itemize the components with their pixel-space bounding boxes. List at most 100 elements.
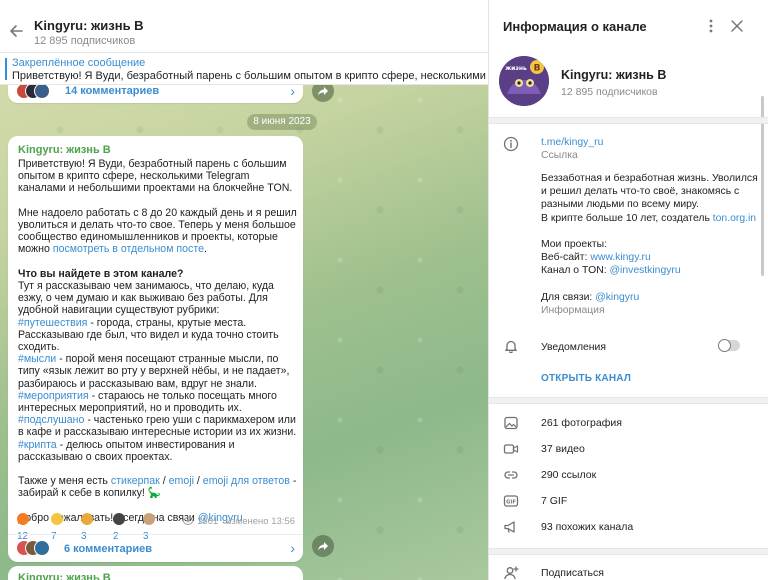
avatar	[34, 83, 50, 99]
date-separator: 8 июня 2023	[247, 114, 317, 130]
post-paragraph: #мысли - порой меня посещают странные мы…	[18, 353, 298, 390]
more-vertical-icon[interactable]	[703, 18, 719, 34]
pinned-message[interactable]: Закреплённое сообщение Приветствую! Я Ву…	[0, 53, 488, 85]
info-label: Информация	[541, 305, 605, 316]
reaction-thumbs-up[interactable]: 7	[51, 513, 65, 542]
reaction-cat[interactable]: 3	[143, 513, 157, 542]
post-heading: Что вы найдете в этом канале?	[18, 268, 298, 280]
sticker-link[interactable]: стикерпак	[111, 475, 160, 487]
open-channel-button[interactable]: ОТКРЫТЬ КАНАЛ	[541, 373, 631, 384]
info-title: Информация о канале	[503, 19, 647, 34]
post-paragraph: Приветствую! Я Вуди, безработный парень …	[18, 158, 293, 195]
chat-pane: Kingyru: жизнь В 12 895 подписчиков Закр…	[0, 0, 488, 580]
emoji-replies-link[interactable]: emoji для ответов	[203, 475, 290, 487]
pinned-indicator	[5, 58, 7, 80]
subscribe-label: Подписаться	[541, 567, 604, 579]
forward-icon	[318, 87, 328, 96]
post-author[interactable]: Kingyru: жизнь В	[18, 144, 111, 156]
pinned-title: Закреплённое сообщение	[12, 57, 146, 69]
chevron-right-icon: ›	[290, 540, 295, 556]
contact-link[interactable]: @kingyru	[595, 292, 639, 303]
similar-channels-row[interactable]: 93 похожих канала	[489, 515, 768, 539]
info-icon	[503, 136, 519, 152]
channel-info-pane: Информация о канале B жизнь Kingyru: жиз…	[488, 0, 768, 580]
media-photos-row[interactable]: 261 фотография	[489, 411, 768, 435]
projects-title: Мои проекты:	[541, 239, 607, 250]
post-author[interactable]: Kingyru: жизнь В	[18, 572, 111, 580]
commenter-avatars	[16, 83, 52, 99]
pinned-text: Приветствую! Я Вуди, безработный парень …	[12, 70, 488, 82]
chat-subscribers: 12 895 подписчиков	[34, 35, 136, 47]
cat-icon	[143, 513, 155, 525]
channel-name: Kingyru: жизнь В	[561, 68, 667, 82]
hashtag-link[interactable]: #путешествия	[18, 317, 87, 329]
hashtag-link[interactable]: #мысли	[18, 353, 56, 365]
edited-time: изменено 13:56	[226, 516, 295, 527]
channel-description: Беззаботная и безработная жизнь. Уволилс…	[541, 172, 763, 317]
media-videos-row[interactable]: 37 видео	[489, 437, 768, 461]
text-span: - порой меня посещают странные мысли, по…	[18, 353, 290, 390]
thumbs-up-icon	[51, 513, 63, 525]
text-span: В крипте больше 10 лет, создатель	[541, 212, 713, 224]
post-paragraph: #путешествия - города, страны, крутые ме…	[18, 317, 298, 354]
media-links-row[interactable]: 290 ссылок	[489, 463, 768, 487]
hashtag-link[interactable]: #подслушано	[18, 414, 84, 426]
text-span: Канал о TON:	[541, 265, 610, 277]
hashtag-link[interactable]: #крипта	[18, 439, 57, 451]
commenter-avatars	[16, 540, 52, 556]
share-button[interactable]	[312, 535, 334, 557]
post-paragraph: #крипта - делюсь опытом инвестирования и…	[18, 439, 298, 463]
text-span: Для связи:	[541, 291, 596, 303]
post-comments[interactable]: 6 комментариев ›	[8, 535, 303, 562]
notifications-toggle[interactable]	[718, 339, 740, 352]
svg-text:B: B	[534, 64, 541, 74]
similar-channels-count: 93 похожих канала	[541, 521, 634, 533]
reaction-dark[interactable]: 2	[113, 513, 127, 542]
chat-header[interactable]: Kingyru: жизнь В 12 895 подписчиков	[0, 0, 488, 53]
post-meta: 1561 изменено 13:56	[182, 516, 295, 527]
ton-channel-link[interactable]: @investkingyru	[609, 265, 680, 276]
channel-avatar[interactable]: B жизнь	[499, 56, 549, 106]
post-paragraph: Мне надоело работать с 8 до 20 каждый де…	[18, 207, 298, 256]
photo-icon	[504, 416, 518, 430]
hashtag-link[interactable]: #мероприятия	[18, 390, 89, 402]
emoji-link[interactable]: emoji	[169, 475, 194, 487]
forward-icon	[318, 542, 328, 551]
avatar	[34, 540, 50, 556]
chat-title[interactable]: Kingyru: жизнь В	[34, 18, 144, 33]
post-link[interactable]: посмотреть в отдельном посте	[53, 243, 204, 255]
description-text: В крипте больше 10 лет, создатель ton.or…	[541, 212, 763, 225]
text-span: /	[193, 475, 203, 488]
reaction-party[interactable]: 3	[81, 513, 95, 542]
chevron-right-icon: ›	[290, 83, 295, 99]
subscribe-row[interactable]: Подписаться	[489, 561, 768, 580]
ton-link[interactable]: ton.org.in	[713, 213, 756, 224]
next-post: Kingyru: жизнь В	[8, 566, 303, 580]
back-arrow-icon[interactable]	[8, 22, 26, 40]
contact-row: Для связи: @kingyru	[541, 291, 763, 304]
website-link[interactable]: www.kingy.ru	[590, 252, 650, 263]
reaction-fire[interactable]: 12	[17, 513, 31, 542]
fire-icon	[17, 513, 29, 525]
channel-link[interactable]: t.me/kingy_ru	[541, 136, 763, 149]
post-paragraph: Также у меня есть стикерпак / emoji / em…	[18, 475, 298, 499]
channel-post: Kingyru: жизнь В Приветствую! Я Вуди, бе…	[8, 136, 303, 562]
close-icon[interactable]	[729, 18, 745, 34]
section-separator	[489, 548, 768, 555]
comments-link[interactable]: 6 комментариев	[64, 543, 152, 555]
media-gifs-row[interactable]: GIF 7 GIF	[489, 489, 768, 513]
svg-text:GIF: GIF	[506, 500, 516, 506]
photos-count: 261 фотография	[541, 417, 622, 429]
party-icon	[81, 513, 93, 525]
link-icon	[504, 471, 518, 479]
heading-text: Что вы найдете в этом канале?	[18, 267, 184, 280]
gif-icon: GIF	[503, 495, 519, 507]
eye-icon	[182, 517, 194, 525]
comments-link[interactable]: 14 комментариев	[65, 85, 159, 97]
description-text: Беззаботная и безработная жизнь. Уволилс…	[541, 173, 758, 211]
gifs-count: 7 GIF	[541, 495, 568, 507]
dark-emoji-icon	[113, 513, 125, 525]
channel-link-label: Ссылка	[541, 150, 578, 162]
post-paragraph: #мероприятия - стараюсь не только посеща…	[18, 390, 298, 414]
ton-channel-row: Канал о TON: @investkingyru	[541, 264, 763, 277]
